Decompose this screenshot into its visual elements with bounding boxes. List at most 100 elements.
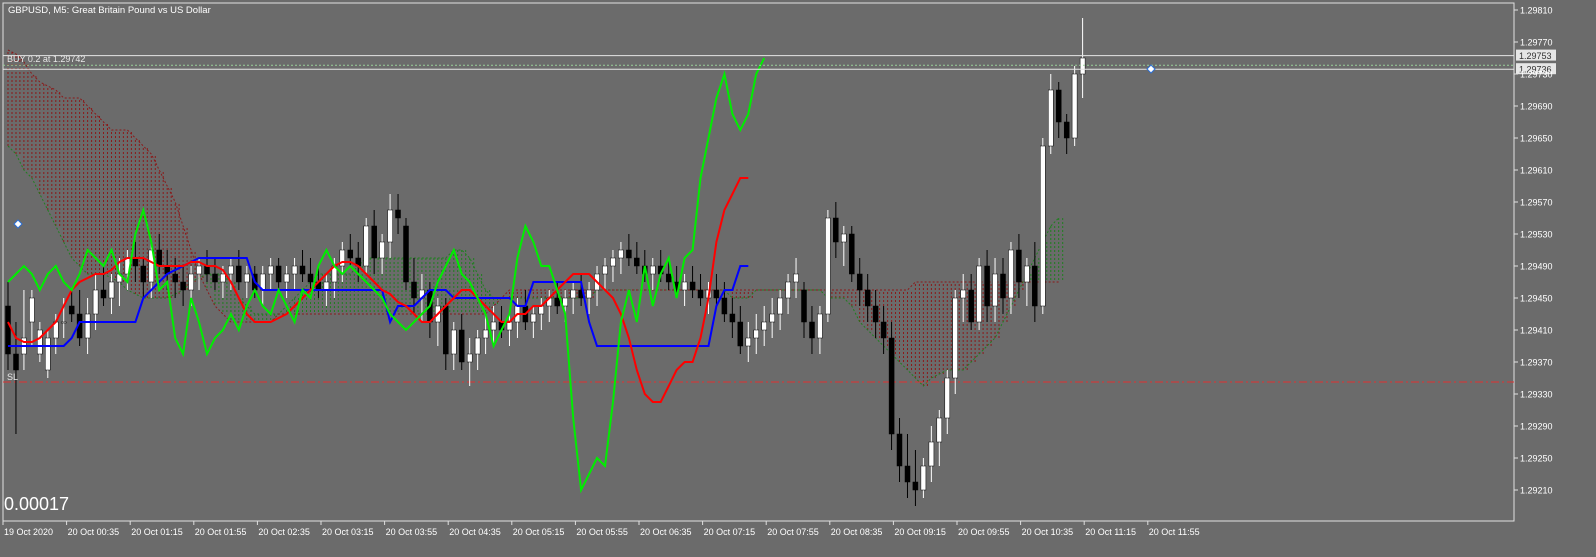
- candle-bear: [411, 281, 417, 299]
- candle-bull: [841, 233, 847, 243]
- candle-bear: [737, 321, 744, 347]
- candle-bear: [443, 305, 449, 355]
- x-tick-label: 20 Oct 02:35: [258, 527, 310, 537]
- x-tick-label: 20 Oct 11:15: [1085, 527, 1136, 537]
- candle-bear: [140, 265, 147, 283]
- candle-bull: [466, 353, 473, 363]
- candle-bull: [283, 273, 290, 283]
- x-tick-label: 20 Oct 01:15: [131, 527, 183, 537]
- candle-bear: [204, 265, 210, 275]
- x-tick-label: 20 Oct 09:55: [958, 527, 1010, 537]
- x-tick-label: 20 Oct 05:15: [513, 527, 565, 537]
- candle-bull: [817, 313, 823, 339]
- candle-bull: [45, 337, 51, 371]
- y-tick-label: 1.29530: [1520, 230, 1553, 240]
- y-tick-label: 1.29810: [1520, 6, 1553, 16]
- x-tick-label: 20 Oct 05:55: [576, 527, 628, 537]
- candle-bear: [1063, 121, 1070, 139]
- y-tick-label: 1.29210: [1520, 486, 1553, 496]
- candle-bear: [1000, 273, 1006, 299]
- candle-bear: [912, 481, 919, 491]
- candle-bull: [610, 257, 616, 267]
- candle-bull: [323, 281, 330, 291]
- y-tick-label: 1.29330: [1520, 390, 1553, 400]
- candle-bear: [856, 273, 863, 291]
- spread-value: 0.00017: [4, 494, 69, 514]
- candle-bear: [864, 289, 871, 307]
- candle-bull: [490, 321, 497, 331]
- candle-bear: [697, 289, 704, 299]
- candle-bull: [602, 265, 608, 275]
- candle-bull: [482, 329, 489, 339]
- candle-bear: [554, 297, 560, 307]
- candle-bull: [1079, 57, 1086, 75]
- candle-bull: [928, 441, 935, 467]
- candle-bull: [530, 313, 537, 323]
- candle-bull: [108, 281, 115, 299]
- candle-bear: [721, 297, 728, 315]
- candle-bear: [888, 337, 895, 435]
- candle-bear: [634, 257, 640, 267]
- y-tick-label: 1.29290: [1520, 422, 1553, 432]
- candle-bull: [944, 377, 951, 419]
- candle-bear: [395, 209, 401, 219]
- candle-bull: [220, 273, 226, 283]
- candle-bull: [745, 337, 752, 347]
- y-tick-label: 1.29650: [1520, 134, 1553, 144]
- candle-bear: [180, 281, 186, 291]
- x-tick-label: 20 Oct 09:15: [894, 527, 946, 537]
- candle-bull: [761, 321, 767, 331]
- candle-bull: [960, 289, 966, 299]
- candle-bear: [880, 321, 887, 339]
- candle-bull: [936, 417, 943, 443]
- candle-bull: [976, 265, 982, 323]
- y-tick-label: 1.29490: [1520, 262, 1553, 272]
- candle-bear: [307, 273, 314, 283]
- candle-bear: [833, 217, 839, 243]
- candle-bull: [1040, 145, 1046, 307]
- x-tick-label: 20 Oct 03:15: [322, 527, 374, 537]
- candle-bull: [1048, 89, 1054, 147]
- candle-bull: [777, 297, 783, 315]
- candle-bull: [538, 305, 545, 315]
- y-tick-label: 1.29770: [1520, 38, 1553, 48]
- candle-bear: [1032, 265, 1038, 307]
- candle-bull: [196, 265, 202, 275]
- bid-price-label: 1.29753: [1519, 51, 1552, 61]
- y-tick-label: 1.29250: [1520, 454, 1553, 464]
- y-tick-label: 1.29730: [1520, 70, 1553, 80]
- candle-bull: [29, 297, 35, 323]
- x-tick-label: 19 Oct 2020: [4, 527, 53, 537]
- candle-bull: [650, 265, 656, 275]
- candle-bear: [275, 265, 282, 283]
- x-tick-label: 20 Oct 00:35: [68, 527, 120, 537]
- candle-bear: [403, 225, 409, 283]
- candle-bull: [1071, 73, 1078, 139]
- candle-bull: [952, 297, 958, 379]
- candle-bear: [347, 249, 354, 259]
- candle-bull: [37, 329, 43, 355]
- candle-bear: [68, 305, 75, 315]
- candle-bear: [13, 353, 19, 371]
- candle-bear: [1016, 249, 1022, 283]
- x-tick-label: 20 Oct 10:35: [1022, 527, 1074, 537]
- sl-label: SL: [7, 372, 18, 382]
- x-tick-label: 20 Oct 03:55: [386, 527, 438, 537]
- candle-bear: [626, 249, 632, 259]
- candle-bear: [156, 249, 162, 267]
- chart-title: GBPUSD, M5: Great Britain Pound vs US Do…: [8, 5, 211, 16]
- candle-bear: [729, 313, 736, 323]
- chart-canvas[interactable]: 1.297531.29736 1.298101.297701.297301.29…: [0, 0, 1596, 552]
- order-label: BUY 0.2 at 1.29742: [7, 54, 85, 64]
- candle-bull: [920, 465, 927, 491]
- candle-bull: [769, 313, 775, 323]
- candle-bull: [1024, 265, 1030, 283]
- x-tick-label: 20 Oct 07:15: [704, 527, 756, 537]
- y-tick-label: 1.29370: [1520, 358, 1553, 368]
- candle-bull: [570, 289, 576, 299]
- price-chart[interactable]: 1.29753 1.29736 1.29810 1.29770 1.29730 1.29…: [0, 0, 1596, 552]
- x-tick-label: 20 Oct 06:35: [640, 527, 692, 537]
- candle-bear: [299, 265, 306, 275]
- candle-bull: [825, 217, 831, 315]
- candle-bear: [236, 265, 242, 283]
